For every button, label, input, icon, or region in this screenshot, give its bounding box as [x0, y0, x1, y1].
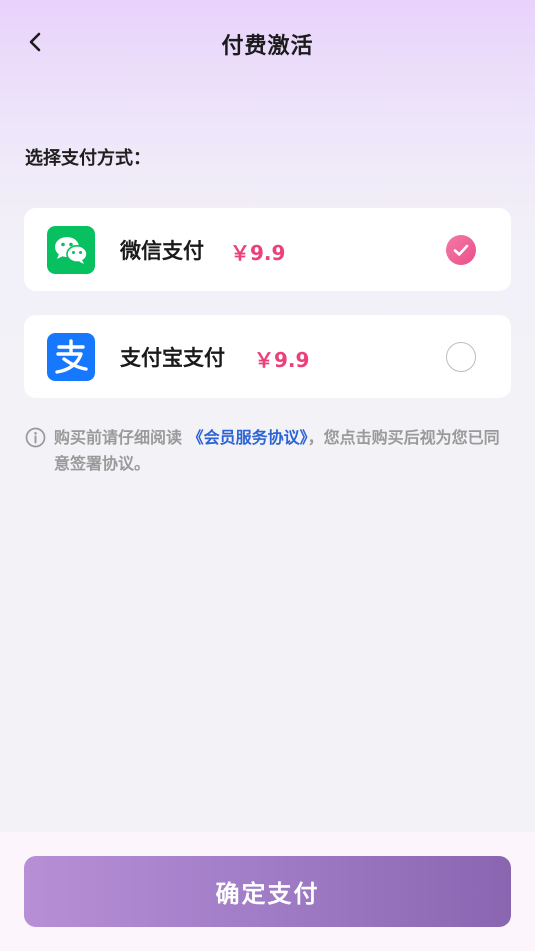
agreement-link[interactable]: 《会员服务协议》	[188, 428, 308, 447]
payment-option-wechat[interactable]: 微信支付 ￥9.9	[24, 208, 511, 291]
wechat-pay-icon	[47, 226, 95, 274]
alipay-icon	[47, 333, 95, 381]
notice-text: 购买前请仔细阅读 《会员服务协议》，您点击购买后视为您已同意签署协议。	[54, 425, 504, 477]
notice-prefix: 购买前请仔细阅读	[54, 428, 183, 447]
selected-radio[interactable]	[446, 235, 476, 265]
payment-name: 微信支付	[120, 239, 204, 263]
confirm-payment-button[interactable]: 确定支付	[24, 856, 511, 927]
section-label: 选择支付方式：	[25, 148, 151, 169]
payment-price: ￥9.9	[254, 348, 310, 372]
unselected-radio[interactable]	[446, 342, 476, 372]
info-icon	[25, 427, 46, 448]
top-bar: 付费激活	[0, 0, 535, 88]
payment-name: 支付宝支付	[120, 346, 225, 370]
page-title: 付费激活	[221, 34, 314, 59]
payment-price: ￥9.9	[230, 241, 286, 265]
checkmark-icon	[453, 244, 469, 256]
bottom-bar: 确定支付	[0, 832, 535, 951]
payment-option-alipay[interactable]: 支付宝支付 ￥9.9	[24, 315, 511, 398]
